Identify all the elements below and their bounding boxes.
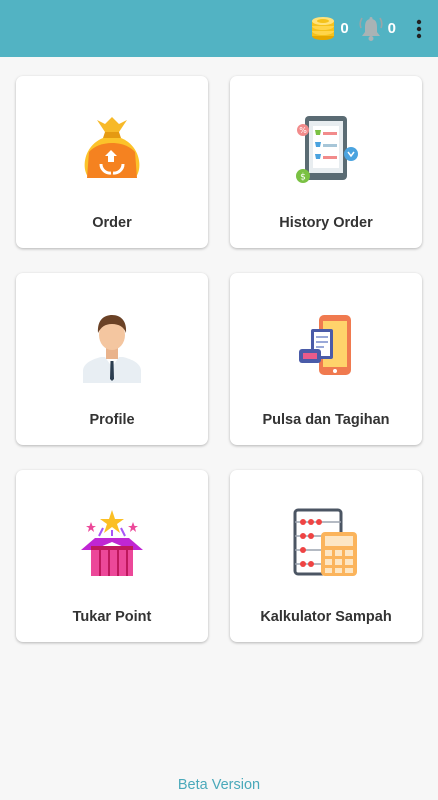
- notification-count: 0: [387, 20, 396, 37]
- trash-bag-recycle-icon: [84, 117, 140, 178]
- pulsa-tagihan-card[interactable]: Pulsa dan Tagihan: [230, 273, 422, 445]
- svg-text:%: %: [299, 126, 307, 135]
- profile-label: Profile: [89, 412, 135, 428]
- more-vert-icon[interactable]: [408, 0, 430, 57]
- pulsa-tagihan-label: Pulsa dan Tagihan: [262, 412, 390, 428]
- order-card[interactable]: Order: [16, 76, 208, 248]
- history-order-label: History Order: [279, 215, 373, 231]
- notification-counter[interactable]: 0: [357, 15, 396, 43]
- history-order-card[interactable]: % $ History Order: [230, 76, 422, 248]
- app-bar: 0 0: [0, 0, 438, 57]
- kalkulator-sampah-label: Kalkulator Sampah: [260, 609, 392, 625]
- coins-icon: [312, 16, 335, 40]
- app-bar-actions: 0 0: [309, 0, 438, 57]
- tukar-point-card[interactable]: Tukar Point: [16, 470, 208, 642]
- order-label: Order: [92, 215, 132, 231]
- kalkulator-sampah-card[interactable]: Kalkulator Sampah: [230, 470, 422, 642]
- svg-text:$: $: [300, 173, 306, 183]
- user-avatar-icon: [83, 315, 141, 383]
- tukar-point-label: Tukar Point: [72, 609, 152, 625]
- coin-counter[interactable]: 0: [309, 15, 349, 43]
- abacus-calculator-icon: [293, 508, 357, 576]
- gift-box-stars-icon: [81, 510, 143, 576]
- beta-version-text: Beta Version: [177, 777, 261, 793]
- coin-count: 0: [340, 20, 349, 37]
- profile-card[interactable]: Profile: [16, 273, 208, 445]
- phone-bill-icon: [299, 315, 351, 375]
- receipt-history-icon: % $: [296, 116, 358, 183]
- bell-icon: [359, 16, 383, 41]
